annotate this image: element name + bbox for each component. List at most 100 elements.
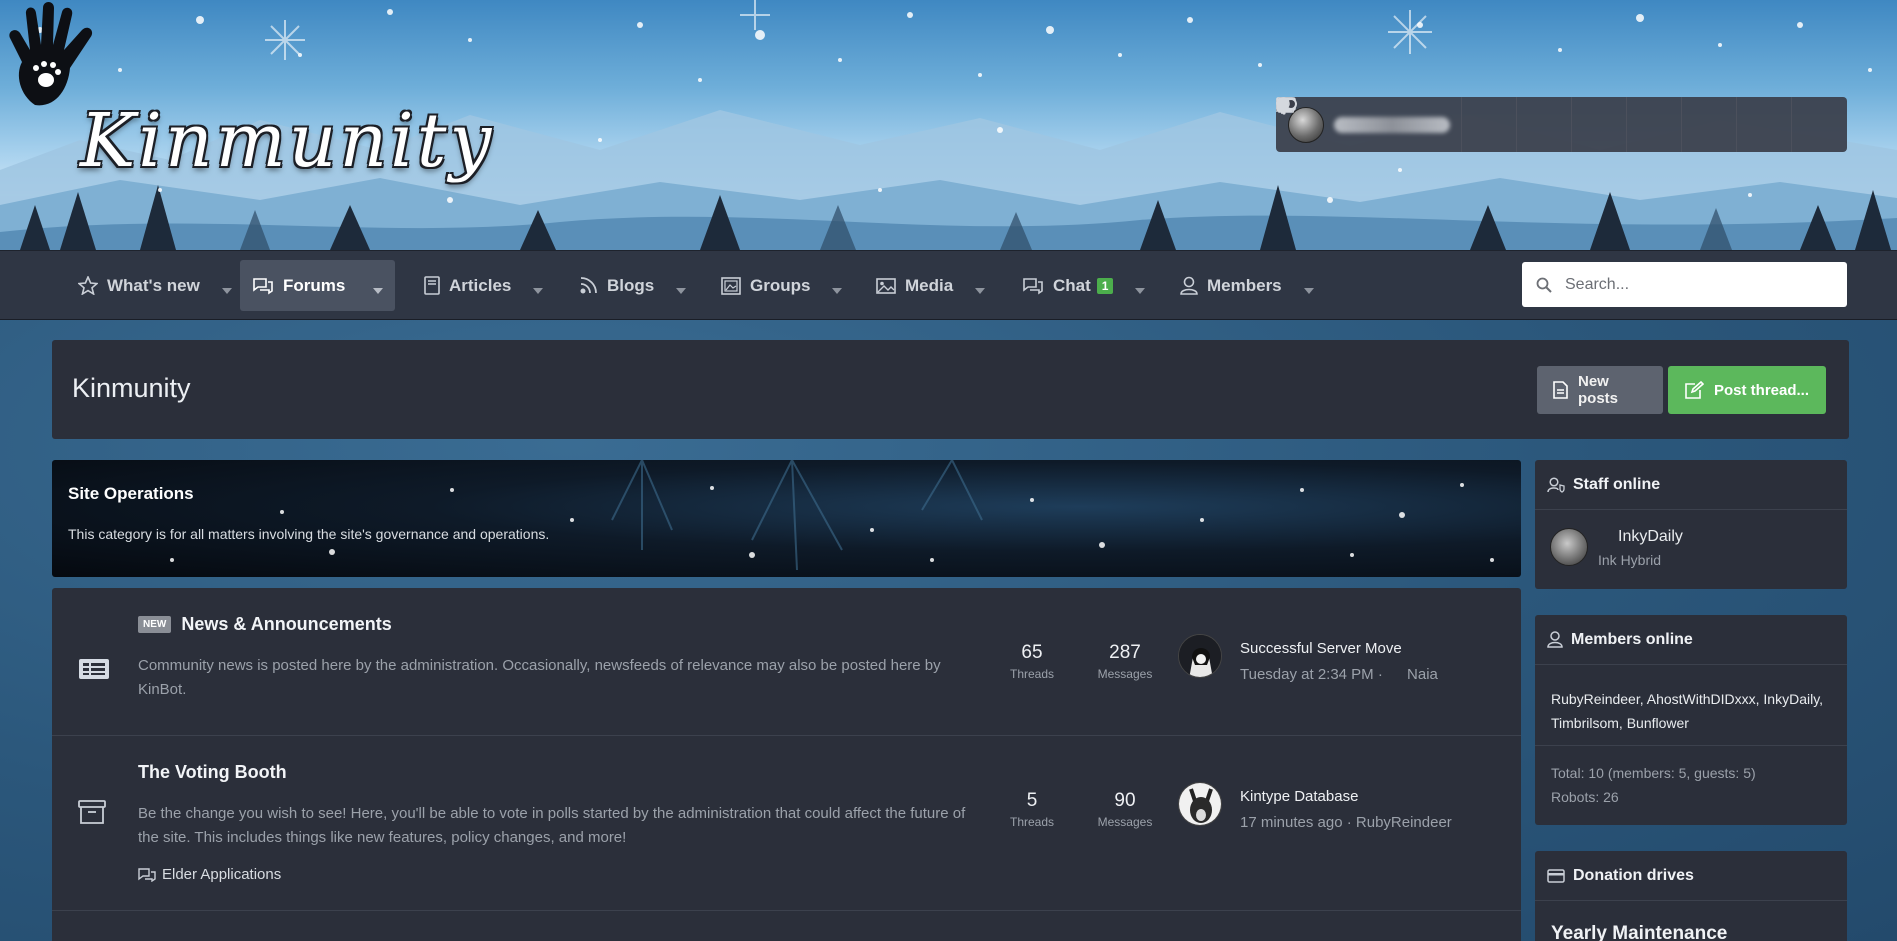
tab-label: Members — [1207, 275, 1282, 295]
forum-title-text: News & Announcements — [181, 614, 392, 634]
category-header[interactable]: Site Operations This category is for all… — [52, 460, 1521, 577]
tab-label: Media — [905, 275, 954, 295]
forum-title[interactable]: The Voting Booth — [138, 762, 287, 783]
last-post-meta: Tuesday at 2:34 PM · Naia — [1240, 666, 1438, 683]
search-placeholder: Search... — [1565, 275, 1630, 293]
chevron-down-icon[interactable] — [1135, 279, 1146, 299]
subforum-link[interactable]: Elder Applications — [138, 866, 281, 883]
chat-icon — [1022, 277, 1044, 295]
account-button[interactable] — [1276, 97, 1462, 152]
tab-forums[interactable]: Forums — [240, 260, 395, 311]
tab-media[interactable]: Media — [864, 260, 986, 311]
threads-label: Threads — [1009, 815, 1055, 829]
edit-icon — [1684, 381, 1704, 399]
new-posts-button[interactable]: New posts — [1537, 366, 1663, 414]
threads-count: 5 — [1026, 790, 1038, 811]
chevron-down-icon[interactable] — [1303, 279, 1314, 299]
tab-articles[interactable]: Articles — [412, 260, 544, 311]
avatar[interactable] — [1550, 528, 1588, 566]
last-post-title[interactable]: Kintype Database — [1240, 788, 1358, 805]
archive-box-icon — [78, 800, 106, 829]
page-title: Kinmunity — [72, 373, 191, 403]
post-thread-label: Post thread... — [1714, 381, 1810, 399]
page-header: Kinmunity New posts Post thread... — [52, 340, 1849, 439]
tab-members[interactable]: Members — [1168, 260, 1314, 311]
image-gallery-icon — [721, 276, 741, 295]
block-title[interactable]: Staff online — [1573, 476, 1660, 494]
user-toolbar — [1276, 97, 1847, 152]
forum-node: The Voting Booth Be the change you wish … — [52, 736, 1521, 911]
messages-stat: 287 Messages — [1090, 642, 1160, 681]
user-icon — [1180, 276, 1198, 295]
last-post-meta: 17 minutes ago · RubyReindeer — [1240, 814, 1452, 831]
category-title: Site Operations — [68, 484, 194, 503]
basket-icon[interactable] — [1276, 97, 1682, 152]
tab-groups[interactable]: Groups — [709, 260, 843, 311]
site-logo[interactable]: Kinmunity — [80, 98, 494, 184]
category-description: This category is for all matters involvi… — [68, 526, 550, 542]
chevron-down-icon[interactable] — [975, 279, 986, 299]
bell-icon[interactable] — [1276, 97, 1572, 152]
donation-drives-block: Donation drives Yearly Maintenance — [1535, 851, 1847, 941]
user-shield-icon — [1547, 476, 1565, 493]
divider — [1535, 745, 1847, 746]
credit-card-icon[interactable] — [1276, 97, 1627, 152]
chevron-down-icon[interactable] — [373, 279, 383, 299]
avatar[interactable] — [1178, 634, 1222, 678]
threads-count: 65 — [1021, 642, 1043, 663]
messages-stat: 90 Messages — [1090, 790, 1160, 829]
block-header: Members online — [1535, 615, 1847, 665]
search-icon — [1536, 277, 1552, 293]
tab-label: Chat — [1053, 275, 1091, 295]
forum-list: NEW News & Announcements Community news … — [52, 588, 1521, 941]
donation-drive-title[interactable]: Yearly Maintenance — [1551, 923, 1727, 941]
messages-count: 287 — [1109, 642, 1141, 663]
tab-blogs[interactable]: Blogs — [567, 260, 687, 311]
envelope-icon[interactable] — [1276, 97, 1517, 152]
tab-label: What's new — [107, 275, 200, 295]
forum-description: Be the change you wish to see! Here, you… — [138, 805, 966, 846]
tab-label: Groups — [750, 275, 811, 295]
tab-label: Blogs — [607, 275, 655, 295]
header-banner: Kinmunity — [0, 0, 1897, 250]
tab-label: Forums — [283, 275, 346, 295]
image-icon — [876, 277, 896, 294]
post-thread-button[interactable]: Post thread... — [1668, 366, 1826, 414]
block-title[interactable]: Members online — [1571, 631, 1693, 649]
tab-label: Articles — [449, 275, 512, 295]
search-icon[interactable] — [1276, 97, 1847, 152]
star-icon — [78, 276, 98, 295]
tab-whats-new[interactable]: What's new — [66, 260, 232, 311]
forum-title[interactable]: NEW News & Announcements — [138, 614, 392, 635]
toggle-icon[interactable] — [1277, 97, 1737, 152]
block-title[interactable]: Donation drives — [1573, 867, 1694, 885]
members-online-block: Members online RubyReindeer, AhostWithDI… — [1535, 615, 1847, 825]
document-icon — [1553, 381, 1568, 399]
robots-count: Robots: 26 — [1551, 789, 1619, 805]
block-header: Staff online — [1535, 460, 1847, 510]
avatar[interactable] — [1178, 782, 1222, 826]
last-post-time: Tuesday at 2:34 PM — [1240, 666, 1374, 683]
block-header: Donation drives — [1535, 851, 1847, 901]
chevron-down-icon[interactable] — [221, 279, 232, 299]
search-input[interactable]: Search... — [1522, 262, 1847, 307]
tab-chat[interactable]: Chat 1 — [1010, 260, 1146, 311]
online-members-list[interactable]: RubyReindeer, AhostWithDIDxxx, InkyDaily… — [1551, 687, 1836, 735]
chevron-down-icon[interactable] — [533, 279, 544, 299]
comments-icon — [138, 867, 156, 882]
new-posts-label: New posts — [1578, 373, 1619, 407]
new-badge: NEW — [138, 616, 172, 633]
messages-label: Messages — [1097, 667, 1153, 681]
subforum-label: Elder Applications — [162, 866, 282, 883]
user-icon — [1547, 631, 1563, 648]
lightbulb-icon[interactable] — [1276, 97, 1792, 152]
chevron-down-icon[interactable] — [676, 279, 687, 299]
paw-hand-icon — [9, 2, 93, 106]
rss-icon — [579, 276, 598, 295]
staff-username[interactable]: InkyDaily — [1618, 528, 1683, 546]
last-post-user[interactable]: Naia — [1407, 666, 1438, 683]
last-post-title[interactable]: Successful Server Move — [1240, 640, 1402, 657]
forum-description: Community news is posted here by the adm… — [138, 657, 941, 698]
newspaper-icon — [78, 658, 110, 685]
chevron-down-icon[interactable] — [832, 279, 843, 299]
